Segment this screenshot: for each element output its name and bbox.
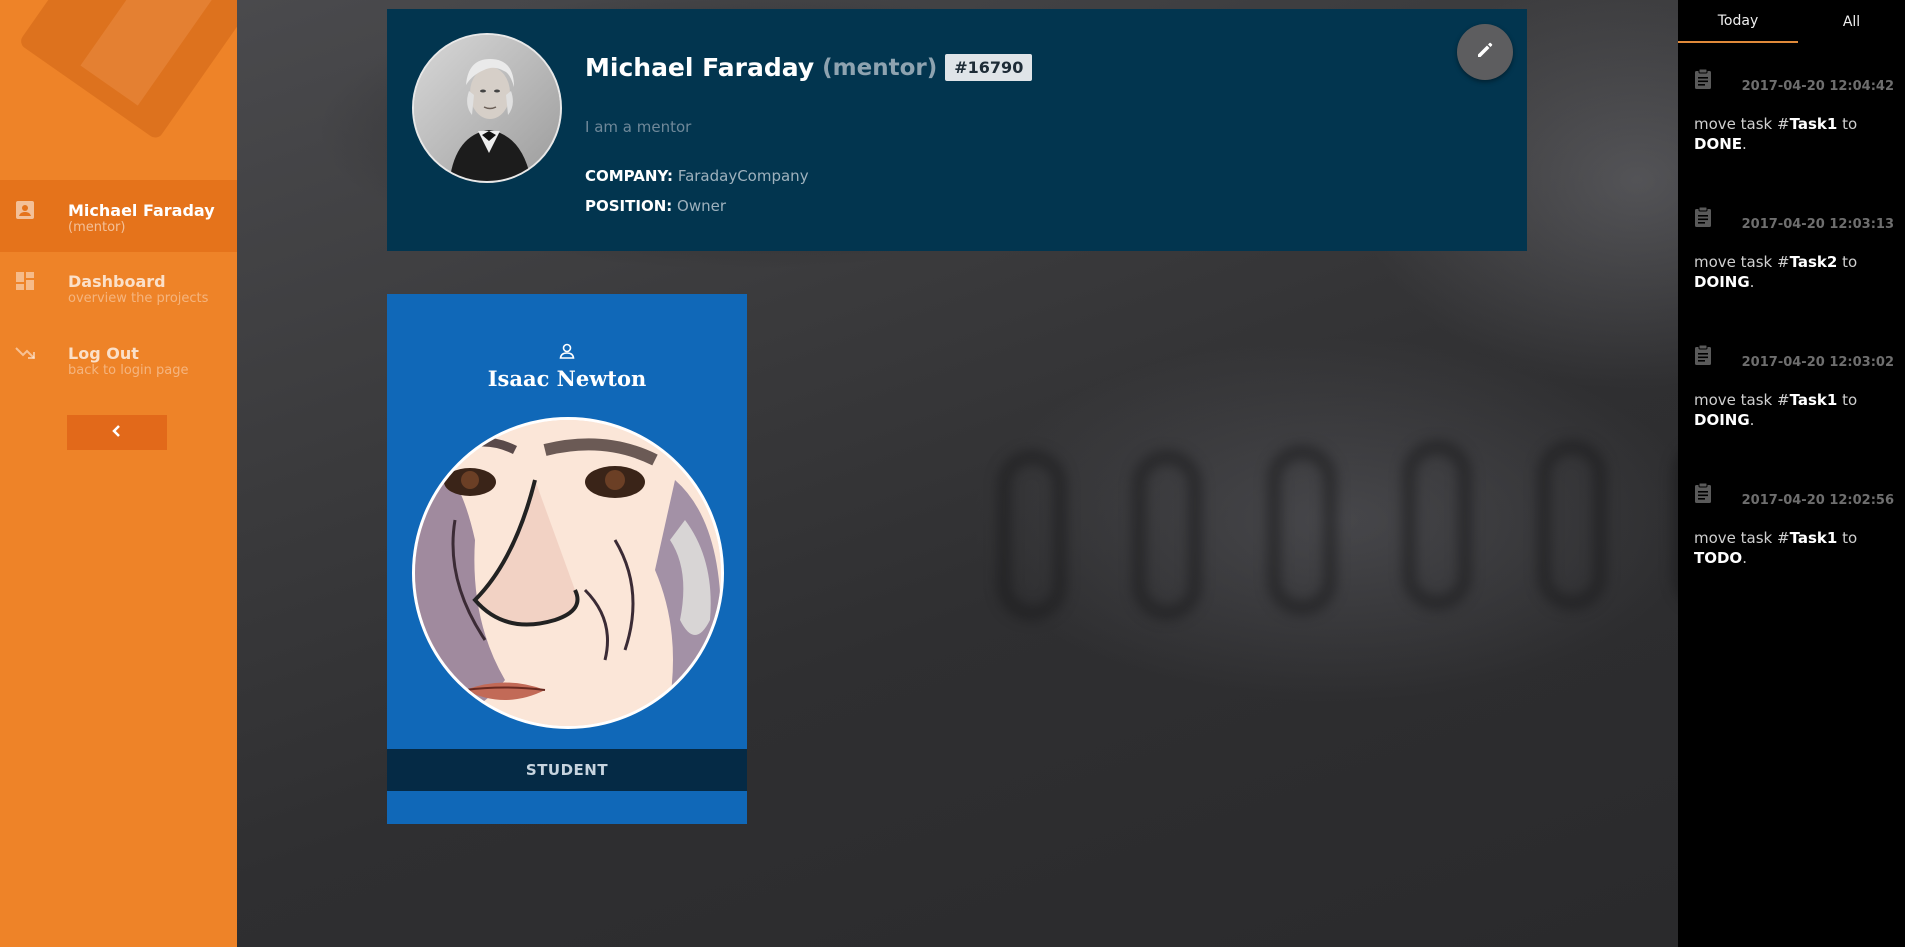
sidebar: Michael Faraday (mentor) Dashboard overv… [0, 0, 237, 947]
sidebar-item-label: Log Out [68, 344, 139, 363]
profile-name: Michael Faraday [585, 53, 815, 82]
pencil-icon [1475, 40, 1495, 64]
sidebar-item-sublabel: back to login page [68, 363, 189, 378]
company-label: COMPANY: [585, 167, 674, 185]
sidebar-item-dashboard[interactable]: Dashboard overview the projects [0, 251, 237, 323]
clipboard-icon [1694, 68, 1712, 94]
activity-time: 2017-04-20 12:04:42 [1741, 79, 1894, 94]
sidebar-item-sublabel: (mentor) [68, 220, 126, 235]
profile-role: (mentor) [822, 54, 938, 81]
person-icon [387, 342, 747, 360]
clipboard-icon [1694, 206, 1712, 232]
activity-entry: 2017-04-20 12:04:42 move task #Task1 to D… [1694, 68, 1894, 154]
activity-text: move task #Task1 to DONE. [1694, 115, 1858, 153]
position-value: Owner [677, 197, 727, 215]
tab-today[interactable]: Today [1678, 0, 1798, 43]
activity-panel: Today All 2017-04-20 12:04:42 move task … [1678, 0, 1905, 947]
contact-card-icon [14, 199, 36, 221]
activity-entry: 2017-04-20 12:03:02 move task #Task1 to D… [1694, 344, 1894, 430]
clipboard-icon [1694, 482, 1712, 508]
activity-entry: 2017-04-20 12:03:13 move task #Task2 to D… [1694, 206, 1894, 292]
profile-header: Michael Faraday (mentor) #16790 [585, 53, 1033, 82]
avatar [412, 33, 562, 183]
activity-time: 2017-04-20 12:03:13 [1741, 217, 1894, 232]
profile-card: Michael Faraday (mentor) #16790 I am a m… [387, 9, 1527, 251]
edit-profile-button[interactable] [1457, 24, 1513, 80]
collapse-sidebar-button[interactable] [67, 415, 167, 450]
student-avatar [412, 417, 724, 729]
profile-company: COMPANY: FaradayCompany [585, 167, 809, 185]
sidebar-item-profile[interactable]: Michael Faraday (mentor) [0, 180, 237, 252]
company-value: FaradayCompany [677, 167, 809, 185]
clipboard-icon [1694, 344, 1712, 370]
activity-tabs: Today All [1678, 0, 1905, 43]
sidebar-item-logout[interactable]: Log Out back to login page [0, 323, 237, 395]
activity-entry: 2017-04-20 12:02:56 move task #Task1 to T… [1694, 482, 1894, 568]
sidebar-item-sublabel: overview the projects [68, 291, 209, 306]
activity-text: move task #Task2 to DOING. [1694, 253, 1858, 291]
sidebar-item-label: Dashboard [68, 272, 166, 291]
position-label: POSITION: [585, 197, 673, 215]
student-card[interactable]: Isaac Newton STUDENT [387, 294, 747, 824]
profile-bio: I am a mentor [585, 118, 692, 136]
tab-all[interactable]: All [1798, 0, 1905, 43]
activity-time: 2017-04-20 12:03:02 [1741, 355, 1894, 370]
student-role-button[interactable]: STUDENT [387, 749, 747, 791]
activity-text: move task #Task1 to DOING. [1694, 391, 1858, 429]
sidebar-item-label: Michael Faraday [68, 201, 215, 220]
trending-down-icon [14, 342, 36, 364]
profile-id-badge: #16790 [945, 54, 1033, 81]
dashboard-icon [14, 270, 36, 292]
profile-position: POSITION: Owner [585, 197, 726, 215]
student-name: Isaac Newton [487, 366, 647, 391]
activity-time: 2017-04-20 12:02:56 [1741, 493, 1894, 508]
chevron-left-icon [112, 423, 122, 442]
activity-text: move task #Task1 to TODO. [1694, 529, 1858, 567]
